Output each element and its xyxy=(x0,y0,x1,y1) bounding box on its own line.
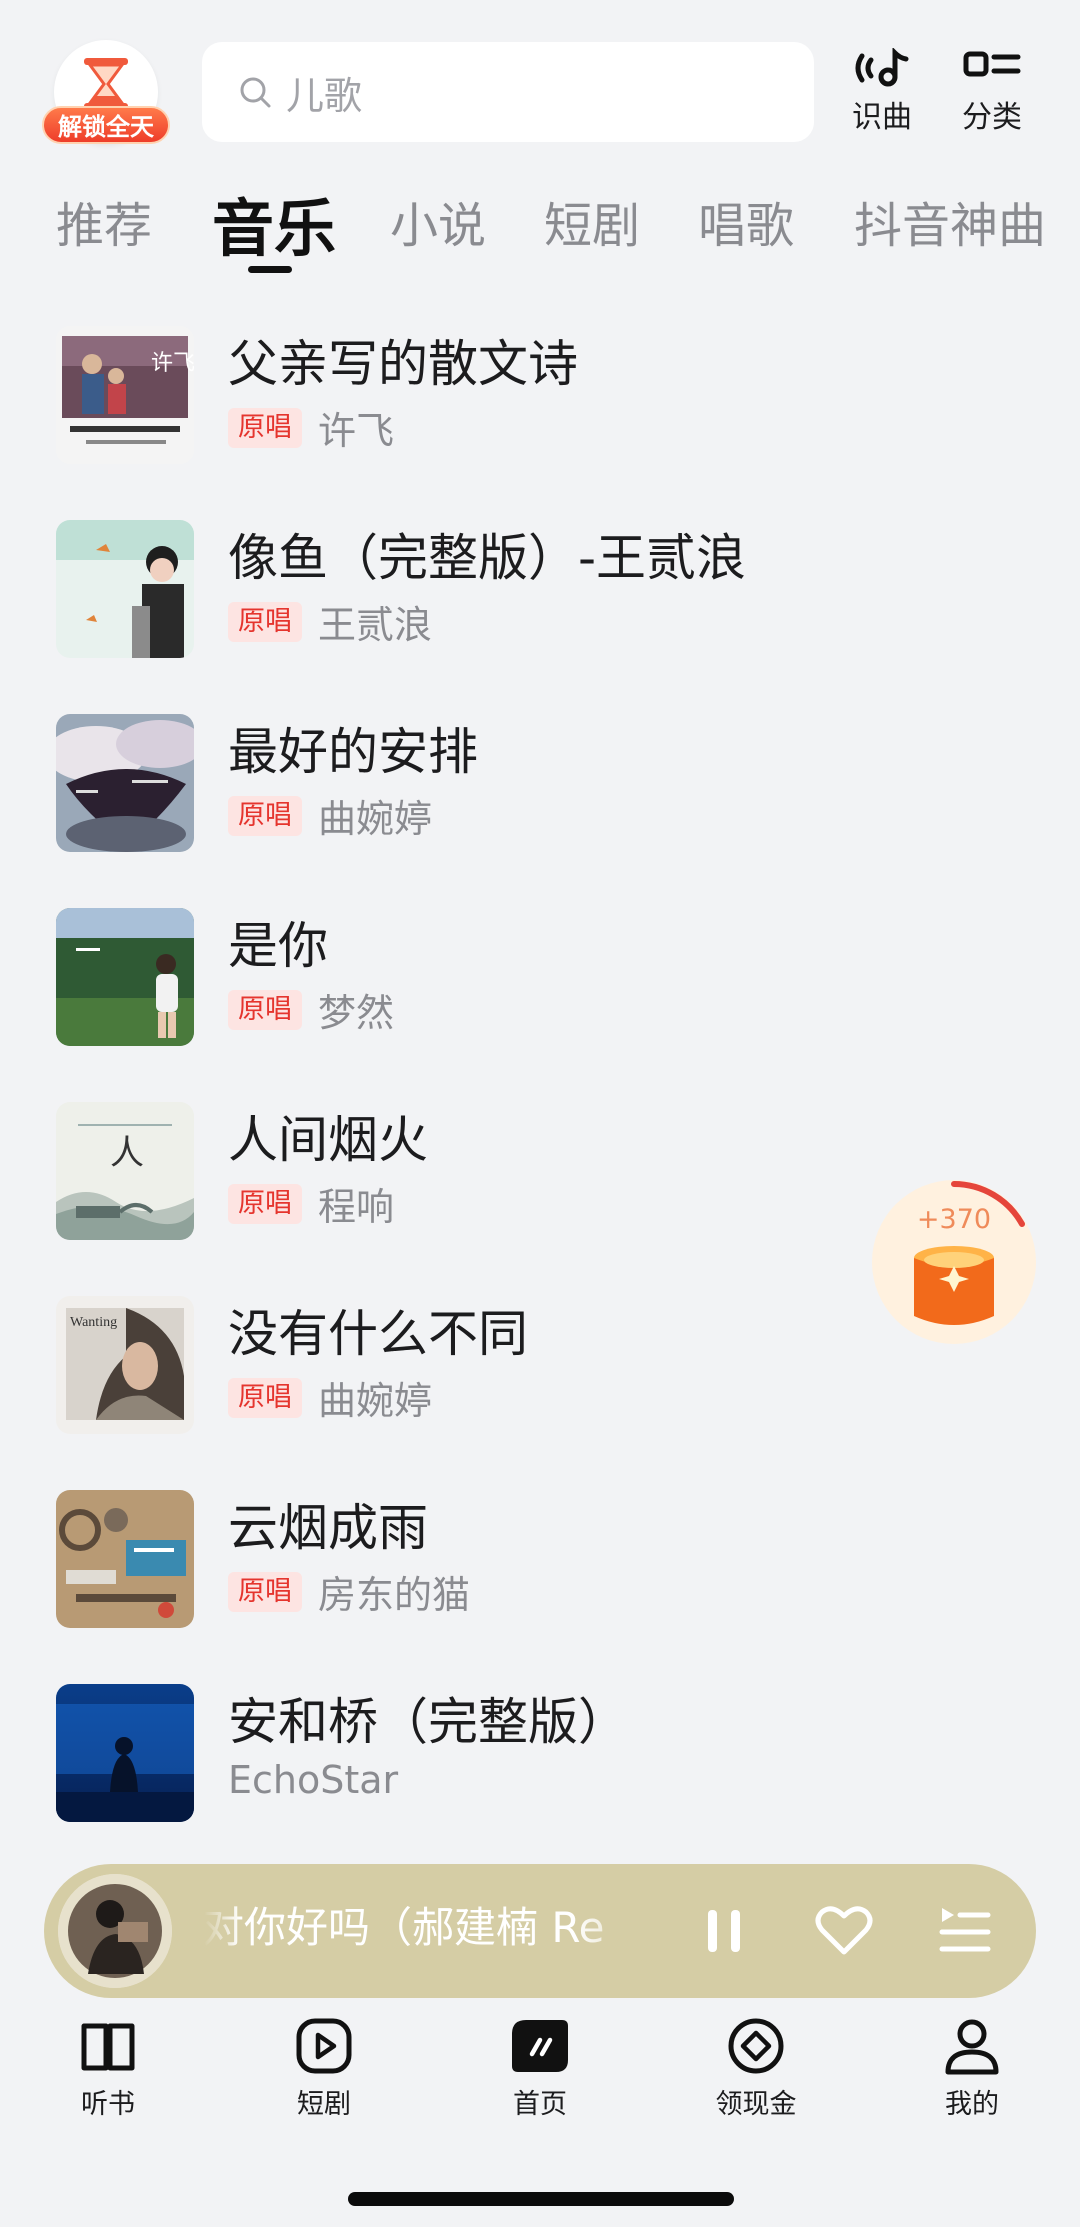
search-input[interactable]: 儿歌 xyxy=(202,42,814,142)
song-meta: 原唱 曲婉婷 xyxy=(228,1370,432,1425)
nav-label: 领现金 xyxy=(715,2089,797,2120)
nav-short-drama[interactable]: 短剧 xyxy=(254,2016,394,2121)
search-placeholder: 儿歌 xyxy=(286,73,363,118)
favorite-button[interactable] xyxy=(814,1900,874,1964)
song-artist: EchoStar xyxy=(228,1758,399,1802)
song-row[interactable]: 许飞 父亲写的散文诗 原唱 许飞 xyxy=(0,300,1080,494)
album-cover-image xyxy=(56,1684,194,1822)
nav-label: 短剧 xyxy=(297,2089,351,2120)
nav-audiobook[interactable]: 听书 xyxy=(38,2016,178,2121)
original-singer-tag: 原唱 xyxy=(228,1377,302,1418)
tab-novel[interactable]: 小说 xyxy=(390,186,486,256)
original-singer-tag: 原唱 xyxy=(228,601,302,642)
song-title: 人间烟火 xyxy=(228,1111,428,1169)
album-cover-image: Wanting xyxy=(56,1296,194,1434)
tab-douyin-hits[interactable]: 抖音神曲 xyxy=(854,186,1046,256)
tab-recommend[interactable]: 推荐 xyxy=(56,186,152,256)
nav-label: 听书 xyxy=(81,2089,135,2120)
original-singer-tag: 原唱 xyxy=(228,795,302,836)
album-cover-image xyxy=(56,1490,194,1628)
nav-home[interactable]: 首页 xyxy=(470,2016,610,2121)
song-meta: 原唱 梦然 xyxy=(228,982,394,1037)
category-label: 分类 xyxy=(962,100,1022,135)
recognize-song-button[interactable]: 识曲 xyxy=(842,48,922,136)
search-icon xyxy=(240,77,271,108)
category-icon xyxy=(963,51,1021,77)
reward-amount: +370 xyxy=(916,1204,992,1235)
song-artist: 程响 xyxy=(318,1185,395,1229)
svg-text:Wanting: Wanting xyxy=(70,1315,117,1330)
book-icon xyxy=(81,2023,135,2071)
album-cover-image xyxy=(56,714,194,852)
original-singer-tag: 原唱 xyxy=(228,407,302,448)
tab-music[interactable]: 音乐 xyxy=(212,178,336,268)
cash-reward-widget[interactable]: +370 xyxy=(868,1176,1040,1348)
song-title: 最好的安排 xyxy=(228,723,478,781)
music-recognize-icon xyxy=(855,48,909,87)
now-playing-cover xyxy=(58,1874,172,1988)
svg-text:许飞: 许飞 xyxy=(151,350,194,375)
song-row[interactable]: 最好的安排 原唱 曲婉婷 xyxy=(0,688,1080,882)
song-row[interactable]: 云烟成雨 原唱 房东的猫 xyxy=(0,1464,1080,1658)
now-playing-text: 对你好吗（郝建楠 Re xyxy=(204,1903,605,1952)
original-singer-tag: 原唱 xyxy=(228,1571,302,1612)
playlist-icon xyxy=(939,1908,991,1952)
album-cover-image: 人 xyxy=(56,1102,194,1240)
unlock-all-day-badge[interactable]: 解锁全天 xyxy=(40,40,172,148)
app-root: 解锁全天 儿歌 识曲 分类 推荐 音乐 小说 短剧 唱歌 抖音神曲 许飞 父亲写… xyxy=(0,0,1080,2227)
original-singer-tag: 原唱 xyxy=(228,989,302,1030)
song-artist: 曲婉婷 xyxy=(318,1379,433,1423)
song-artist: 许飞 xyxy=(318,409,395,453)
tab-sing[interactable]: 唱歌 xyxy=(698,186,794,256)
album-cover-image xyxy=(56,520,194,658)
song-meta: 原唱 房东的猫 xyxy=(228,1564,470,1619)
original-singer-tag: 原唱 xyxy=(228,1183,302,1224)
nav-earn-cash[interactable]: 领现金 xyxy=(686,2016,826,2121)
mini-player[interactable]: 对你好吗（郝建楠 Re xyxy=(44,1864,1036,1998)
coin-bucket-icon xyxy=(914,1246,994,1325)
now-playing-title: 对你好吗（郝建楠 Re xyxy=(204,1894,664,1964)
pause-button[interactable] xyxy=(694,1900,754,1964)
hourglass-icon xyxy=(84,58,128,110)
song-title: 父亲写的散文诗 xyxy=(228,335,578,393)
song-row[interactable]: 像鱼（完整版）-王贰浪 原唱 王贰浪 xyxy=(0,494,1080,688)
nav-label: 首页 xyxy=(513,2089,567,2120)
pause-icon xyxy=(708,1910,740,1952)
song-row[interactable]: 是你 原唱 梦然 xyxy=(0,882,1080,1076)
active-tab-indicator xyxy=(248,266,292,273)
song-title: 是你 xyxy=(228,917,328,975)
playlist-button[interactable] xyxy=(934,1900,994,1964)
badge-label: 解锁全天 xyxy=(42,106,170,144)
play-square-icon xyxy=(296,2018,352,2074)
svg-text:人: 人 xyxy=(110,1135,144,1172)
song-artist: 曲婉婷 xyxy=(318,797,433,841)
coin-icon xyxy=(728,2018,784,2074)
song-title: 没有什么不同 xyxy=(228,1305,528,1363)
song-artist: 王贰浪 xyxy=(318,603,433,647)
song-artist: 房东的猫 xyxy=(318,1573,471,1617)
song-meta: EchoStar xyxy=(228,1758,398,1802)
song-meta: 原唱 曲婉婷 xyxy=(228,788,432,843)
song-meta: 原唱 许飞 xyxy=(228,400,394,455)
heart-icon xyxy=(815,1906,873,1955)
song-meta: 原唱 程响 xyxy=(228,1176,394,1231)
song-meta: 原唱 王贰浪 xyxy=(228,594,432,649)
album-cover-image: 许飞 xyxy=(56,326,194,464)
profile-icon xyxy=(945,2019,999,2075)
song-row[interactable]: 安和桥（完整版） EchoStar xyxy=(0,1658,1080,1852)
category-button[interactable]: 分类 xyxy=(952,48,1032,136)
album-cover-image xyxy=(56,908,194,1046)
song-title: 安和桥（完整版） xyxy=(228,1693,628,1751)
recognize-label: 识曲 xyxy=(852,100,912,135)
home-logo-icon xyxy=(512,2020,568,2072)
song-title: 云烟成雨 xyxy=(228,1499,428,1557)
tab-short-drama[interactable]: 短剧 xyxy=(544,186,640,256)
home-indicator xyxy=(348,2192,734,2206)
song-title: 像鱼（完整版）-王贰浪 xyxy=(228,529,747,587)
nav-label: 我的 xyxy=(945,2089,999,2120)
nav-profile[interactable]: 我的 xyxy=(902,2016,1042,2121)
song-artist: 梦然 xyxy=(318,991,395,1035)
